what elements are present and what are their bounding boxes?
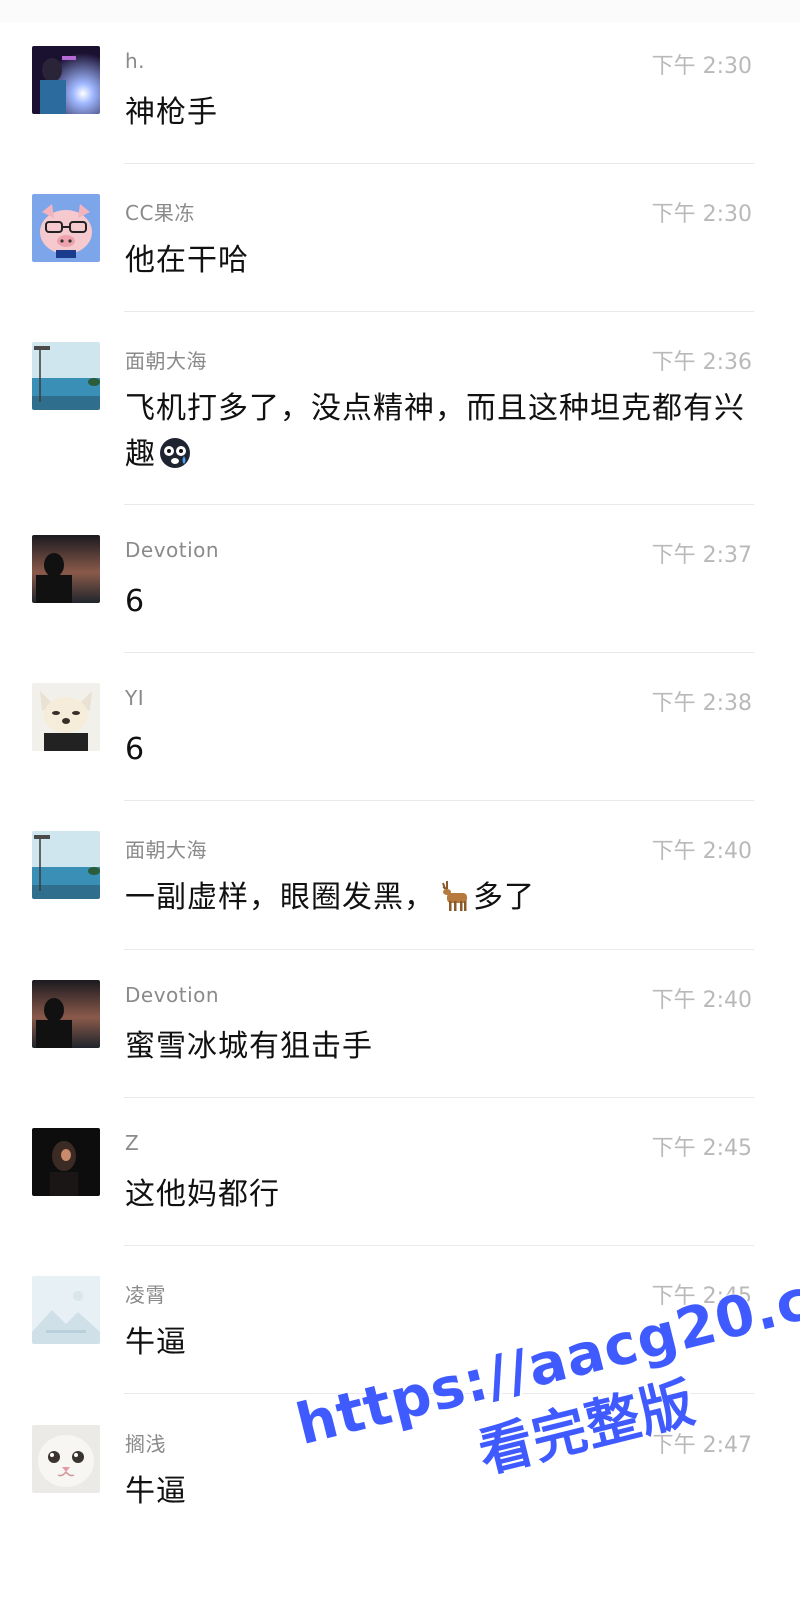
message-item[interactable]: Devotion 下午 2:37 6	[0, 535, 800, 653]
scared-face-emoji	[158, 436, 192, 484]
message-text: 这他妈都行	[125, 1177, 280, 1212]
message-item[interactable]: Devotion 下午 2:40 蜜雪冰城有狙击手	[0, 980, 800, 1098]
message-item[interactable]: YI 下午 2:38 6	[0, 683, 800, 801]
timestamp: 下午 2:40	[651, 839, 752, 864]
timestamp: 下午 2:36	[651, 350, 752, 375]
message-item[interactable]: 凌霄 下午 2:45 牛逼	[0, 1276, 800, 1394]
concert-photo-avatar[interactable]	[32, 46, 100, 114]
message-text: 一副虚样，眼圈发黑， 多了	[125, 875, 745, 927]
sender-name: Devotion	[125, 983, 220, 1007]
message-text: 6	[125, 584, 146, 619]
divider	[124, 949, 754, 950]
divider	[124, 800, 754, 801]
timestamp: 下午 2:45	[651, 1284, 752, 1309]
sender-name: 面朝大海	[125, 838, 207, 862]
timestamp: 下午 2:30	[651, 54, 752, 79]
message-item[interactable]: Z 下午 2:45 这他妈都行	[0, 1128, 800, 1246]
placeholder-landscape-avatar[interactable]	[32, 1276, 100, 1344]
message-text: 牛逼	[125, 1325, 187, 1360]
divider	[124, 163, 754, 164]
divider	[124, 1097, 754, 1098]
message-item[interactable]: h. 下午 2:30 神枪手	[0, 46, 800, 164]
pig-cartoon-avatar[interactable]	[32, 194, 100, 262]
message-text: 6	[125, 732, 146, 767]
message-text: 飞机打多了，没点精神，而且这种坦克都有兴趣	[125, 386, 745, 484]
divider	[124, 311, 754, 312]
sunset-silhouette-avatar[interactable]	[32, 980, 100, 1048]
top-strip	[0, 0, 800, 22]
timestamp: 下午 2:37	[651, 543, 752, 568]
sender-name: 搁浅	[125, 1432, 166, 1456]
dark-portrait-avatar[interactable]	[32, 1128, 100, 1196]
deer-emoji	[437, 879, 473, 927]
timestamp: 下午 2:40	[651, 988, 752, 1013]
sender-name: CC果冻	[125, 201, 195, 225]
timestamp: 下午 2:45	[651, 1136, 752, 1161]
sea-view-avatar[interactable]	[32, 342, 100, 410]
divider	[124, 652, 754, 653]
message-item[interactable]: 搁浅 下午 2:47 牛逼	[0, 1425, 800, 1543]
message-text: 蜜雪冰城有狙击手	[125, 1029, 373, 1064]
timestamp: 下午 2:30	[651, 202, 752, 227]
message-text: 神枪手	[125, 95, 218, 130]
sender-name: h.	[125, 49, 146, 73]
divider	[124, 1245, 754, 1246]
sender-name: Devotion	[125, 538, 220, 562]
message-item[interactable]: 面朝大海 下午 2:36 飞机打多了，没点精神，而且这种坦克都有兴趣	[0, 342, 800, 506]
sender-name: YI	[125, 686, 145, 710]
dog-plush-avatar[interactable]	[32, 683, 100, 751]
timestamp: 下午 2:47	[651, 1433, 752, 1458]
message-item[interactable]: CC果冻 下午 2:30 他在干哈	[0, 194, 800, 312]
sender-name: 凌霄	[125, 1283, 166, 1307]
sunset-silhouette-avatar[interactable]	[32, 535, 100, 603]
sender-name: 面朝大海	[125, 349, 207, 373]
sea-view-avatar[interactable]	[32, 831, 100, 899]
timestamp: 下午 2:38	[651, 691, 752, 716]
message-text: 他在干哈	[125, 243, 249, 278]
divider	[124, 1393, 754, 1394]
sender-name: Z	[125, 1131, 140, 1155]
white-cat-avatar[interactable]	[32, 1425, 100, 1493]
divider	[124, 504, 754, 505]
message-item[interactable]: 面朝大海 下午 2:40 一副虚样，眼圈发黑， 多了	[0, 831, 800, 949]
message-text: 牛逼	[125, 1474, 187, 1509]
